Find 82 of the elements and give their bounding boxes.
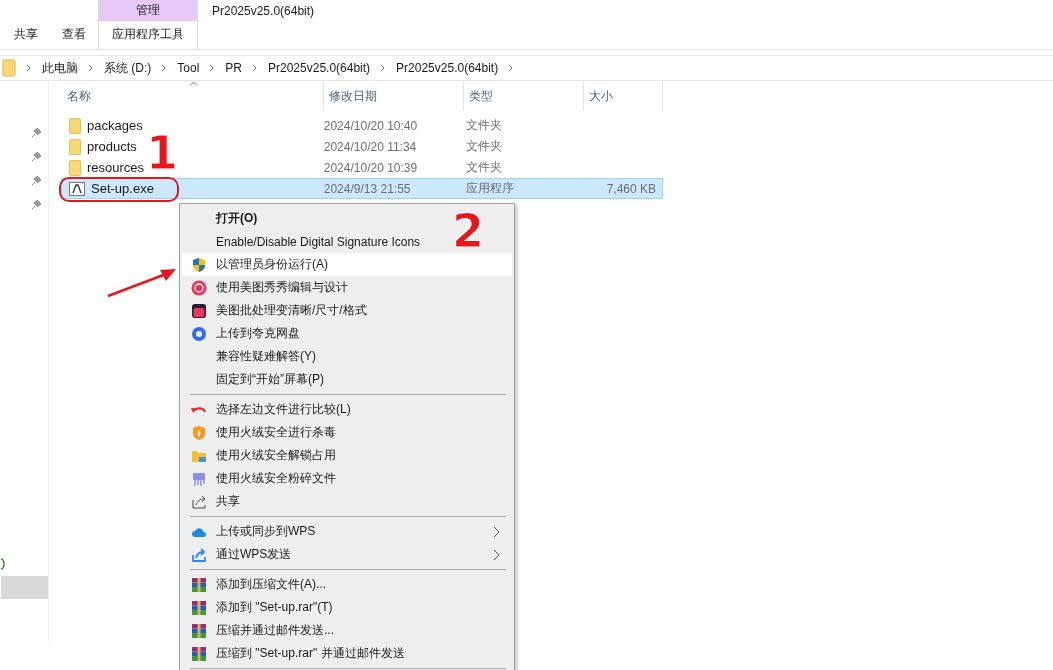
folder-icon	[69, 138, 81, 155]
ribbon-tab[interactable]: 查看	[50, 0, 98, 49]
breadcrumb-item[interactable]: 系统 (D:)	[104, 59, 152, 77]
window-title: Pr2025v25.0(64bit)	[212, 4, 315, 18]
folder-icon	[2, 59, 16, 77]
shield-flame-icon	[191, 424, 207, 441]
pin-icon[interactable]	[32, 199, 42, 210]
file-name: resources	[87, 160, 145, 175]
archive-icon	[191, 622, 207, 639]
menu-item[interactable]: 兼容性疑难解答(Y)	[216, 349, 316, 363]
cloud-drive-icon	[191, 325, 207, 342]
menu-item[interactable]: 压缩到 "Set-up.rar" 并通过邮件发送	[216, 646, 405, 660]
file-name: Set-up.exe	[91, 181, 154, 196]
pin-icon[interactable]	[32, 151, 42, 162]
column-header[interactable]: 大小	[583, 81, 663, 111]
chevron-icon	[88, 64, 94, 72]
archive-icon	[191, 599, 207, 616]
ribbon-tab[interactable]: 共享	[2, 0, 50, 49]
menu-item[interactable]: 使用火绒安全进行杀毒	[216, 425, 336, 439]
menu-item[interactable]: 选择左边文件进行比较(L)	[216, 402, 351, 416]
file-type: 文件夹	[464, 138, 503, 155]
shield-icon	[191, 256, 207, 273]
menu-item[interactable]: 以管理员身份运行(A)	[216, 257, 328, 271]
file-date: 2024/10/20 10:39	[322, 160, 419, 175]
column-header[interactable]: 修改日期	[323, 81, 463, 111]
menu-item-highlight[interactable]: 以管理员身份运行(A)	[182, 253, 512, 276]
folder-icon	[69, 159, 81, 176]
breadcrumb-item[interactable]: Pr2025v25.0(64bit)	[268, 61, 371, 75]
drive-icon	[1, 558, 5, 570]
menu-item[interactable]: 共享	[216, 494, 240, 508]
step-number: 2	[452, 208, 484, 254]
breadcrumb-item[interactable]: Tool	[177, 61, 200, 75]
send-icon	[191, 546, 207, 563]
pointer-arrow	[106, 266, 178, 298]
file-type: 文件夹	[464, 117, 503, 134]
step-number: 1	[146, 130, 178, 176]
file-date: 2024/10/20 11:34	[322, 139, 418, 154]
file-name: packages	[87, 118, 143, 133]
menu-item[interactable]: 使用火绒安全粉碎文件	[216, 471, 336, 485]
file-date: 2024/9/13 21:55	[322, 181, 412, 196]
menu-item[interactable]: 压缩并通过邮件发送...	[216, 623, 334, 637]
file-size: 7,460 KB	[606, 181, 656, 196]
file-name: products	[87, 139, 137, 154]
pin-icon[interactable]	[32, 175, 42, 186]
chevron-icon	[26, 64, 32, 72]
column-header[interactable]: 类型	[463, 81, 583, 111]
menu-item[interactable]: 添加到 "Set-up.rar"(T)	[216, 600, 333, 614]
breadcrumb-item[interactable]: 此电脑	[42, 59, 78, 77]
archive-icon	[191, 645, 207, 662]
menu-item[interactable]: Enable/Disable Digital Signature Icons	[216, 234, 421, 249]
menu-item[interactable]: 使用美图秀秀编辑与设计	[216, 280, 348, 294]
menu-item[interactable]: 使用火绒安全解锁占用	[216, 448, 336, 462]
menu-item[interactable]: 上传到夸克网盘	[216, 326, 300, 340]
chevron-icon	[508, 64, 515, 72]
breadcrumb-item[interactable]: PR	[225, 61, 242, 75]
sort-caret-icon	[189, 81, 198, 86]
menu-item[interactable]: 上传或同步到WPS	[216, 524, 316, 538]
chevron-icon	[252, 64, 258, 72]
menu-item[interactable]: 美图批处理变清晰/尺寸/格式	[216, 303, 367, 317]
folder-icon	[69, 117, 81, 134]
file-type: 文件夹	[464, 159, 503, 176]
shredder-icon	[191, 470, 207, 487]
menu-item[interactable]: 通过WPS发送	[216, 547, 292, 561]
chevron-icon	[161, 64, 168, 72]
chevron-icon	[380, 64, 387, 72]
column-header[interactable]: 名称	[61, 81, 323, 111]
breadcrumb-item[interactable]: Pr2025v25.0(64bit)	[396, 61, 499, 75]
menu-item[interactable]: 固定到“开始”屏幕(P)	[216, 372, 324, 386]
context-tab-group: 管理	[99, 0, 197, 21]
file-row[interactable]: Set-up.exe 2024/9/13 21:55 应用程序 7,460 KB	[61, 178, 663, 199]
archive-icon	[191, 576, 207, 593]
ribbon-tab[interactable]: 管理 应用程序工具	[98, 0, 198, 49]
app-icon	[69, 181, 85, 196]
app-icon	[191, 302, 207, 319]
share-icon	[191, 493, 207, 510]
menu-item[interactable]: 添加到压缩文件(A)...	[216, 577, 326, 591]
file-type: 应用程序	[464, 180, 515, 197]
menu-item[interactable]: 打开(O)	[216, 211, 258, 225]
chevron-icon	[209, 64, 216, 72]
app-icon	[191, 279, 207, 296]
pin-icon[interactable]	[32, 127, 42, 138]
file-date: 2024/10/20 10:40	[322, 118, 419, 133]
